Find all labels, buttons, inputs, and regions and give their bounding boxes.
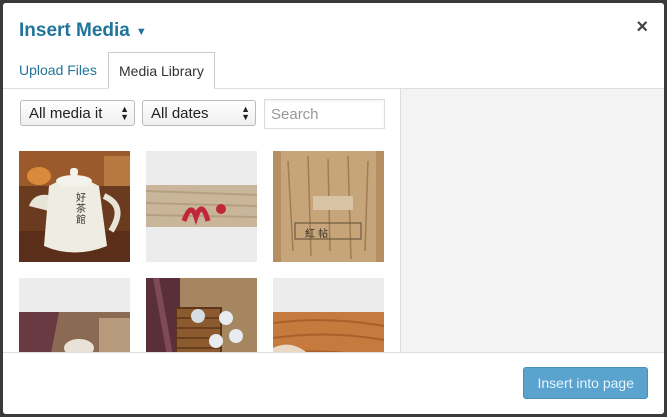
attachment-thumbnail[interactable] [19,278,130,353]
attachment-thumbnail[interactable] [146,151,257,262]
tea-package-caption: 紅 帖 [305,229,329,240]
modal-toolbar: Insert into page [3,352,664,414]
search-input[interactable] [264,99,385,129]
media-type-select-value: All media it [29,105,103,122]
media-type-select[interactable]: All media it ▲ ▼ [20,100,135,126]
teapot-photo [19,151,130,262]
red-stamp-photo [146,151,257,262]
attachment-thumbnail[interactable]: 好茶館 [19,151,130,262]
insert-media-modal: Insert Media ▼ × Upload Files Media Libr… [3,3,664,414]
caret-down-icon: ▼ [135,26,147,38]
attachment-details-sidebar [400,89,664,353]
teapot-caption: 好茶館 [76,193,86,226]
media-library-content: All media it ▲ ▼ All dates ▲ ▼ Search 好茶… [3,89,400,353]
tab-media-library[interactable]: Media Library [108,52,215,89]
media-filters: All media it ▲ ▼ All dates ▲ ▼ [20,100,256,126]
tea-tray-photo [146,278,257,353]
modal-title-menu[interactable]: Insert Media ▼ [19,20,147,42]
attachment-thumbnail[interactable]: 紅 帖 [273,151,384,262]
sort-arrows-icon: ▲ ▼ [241,104,250,122]
dates-select-value: All dates [151,105,209,122]
attachment-thumbnail[interactable] [146,278,257,353]
attachment-thumbnail[interactable] [273,278,384,353]
tea-package-photo [273,151,384,262]
tab-upload-files[interactable]: Upload Files [9,52,107,88]
close-icon[interactable]: × [636,17,648,37]
dates-select[interactable]: All dates ▲ ▼ [142,100,256,126]
sort-arrows-icon: ▲ ▼ [120,104,129,122]
media-tabs: Upload Files Media Library [3,52,664,89]
modal-title: Insert Media [19,20,130,41]
wood-photo [273,278,384,353]
modal-header: Insert Media ▼ × [3,3,664,55]
insert-into-page-button[interactable]: Insert into page [523,367,648,399]
cloth-photo [19,278,130,353]
